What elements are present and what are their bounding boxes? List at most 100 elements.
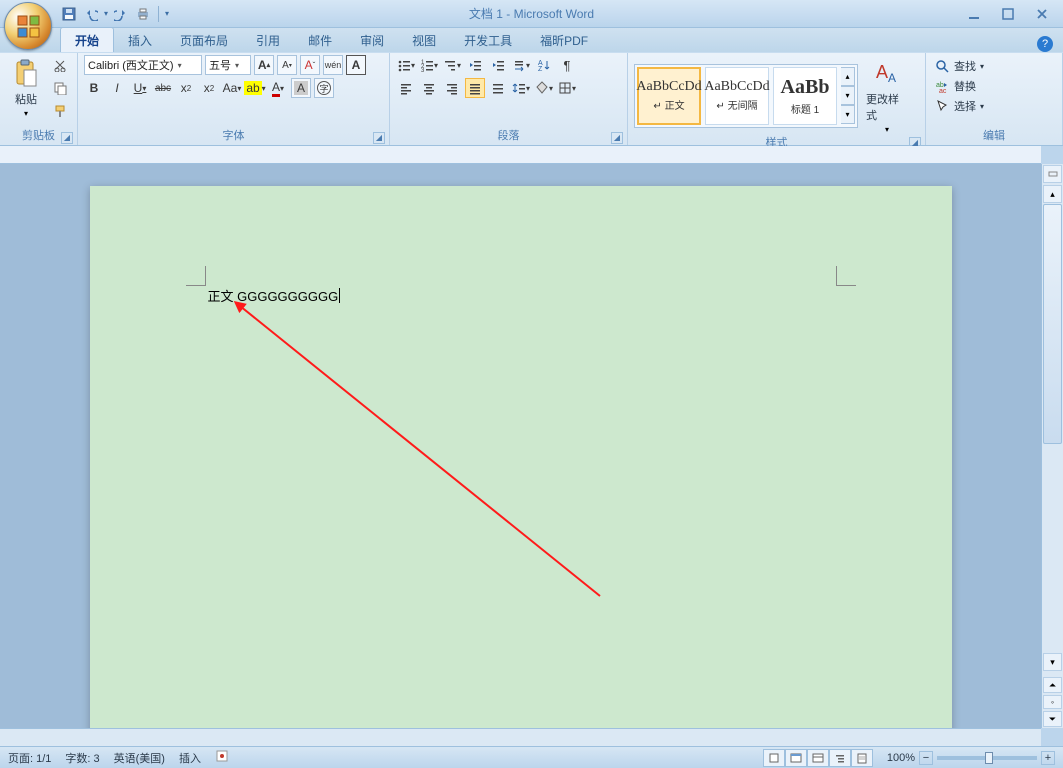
underline-icon[interactable]: U▾ — [130, 78, 150, 98]
font-name-combo[interactable]: Calibri (西文正文)▾ — [84, 55, 202, 75]
style-item-normal[interactable]: AaBbCcDd↵ 正文 — [637, 67, 701, 125]
strike-icon[interactable]: abc — [153, 78, 173, 98]
status-mode[interactable]: 插入 — [179, 750, 201, 766]
view-draft-icon[interactable] — [851, 749, 873, 767]
font-color-icon[interactable]: A▾ — [268, 78, 288, 98]
ruler-toggle-icon[interactable] — [1043, 165, 1062, 183]
zoom-out-icon[interactable]: − — [919, 751, 933, 765]
change-case-icon[interactable]: Aa▾ — [222, 78, 242, 98]
copy-icon[interactable] — [50, 78, 70, 98]
minimize-button[interactable] — [961, 5, 987, 23]
tab-developer[interactable]: 开发工具 — [450, 28, 526, 52]
qat-save-icon[interactable] — [60, 5, 78, 23]
numbering-icon[interactable]: 123▾ — [419, 55, 439, 75]
scroll-track[interactable] — [1043, 204, 1062, 652]
tab-insert[interactable]: 插入 — [114, 28, 166, 52]
view-print-icon[interactable] — [763, 749, 785, 767]
office-button[interactable] — [4, 2, 52, 50]
zoom-knob[interactable] — [985, 752, 993, 764]
align-left-icon[interactable] — [396, 78, 416, 98]
qat-customize-dropdown[interactable]: ▾ — [165, 9, 169, 18]
view-web-icon[interactable] — [807, 749, 829, 767]
cut-icon[interactable] — [50, 55, 70, 75]
status-page[interactable]: 页面: 1/1 — [8, 750, 51, 766]
styles-more-icon[interactable]: ▾ — [841, 105, 855, 124]
line-spacing-icon[interactable]: ▾ — [511, 78, 531, 98]
view-fullscreen-icon[interactable] — [785, 749, 807, 767]
borders-icon[interactable]: ▾ — [557, 78, 577, 98]
status-macro-icon[interactable] — [215, 749, 229, 766]
grow-font-icon[interactable]: A▴ — [254, 55, 274, 75]
phonetic-guide-icon[interactable]: wén — [323, 55, 343, 75]
document-text[interactable]: 正文 GGGGGGGGGG — [208, 286, 341, 305]
shrink-font-icon[interactable]: A▾ — [277, 55, 297, 75]
align-right-icon[interactable] — [442, 78, 462, 98]
horizontal-scrollbar[interactable] — [0, 728, 1041, 746]
page[interactable]: 正文 GGGGGGGGGG — [90, 186, 952, 728]
scroll-thumb[interactable] — [1043, 204, 1062, 444]
highlight-icon[interactable]: ab▾ — [245, 78, 265, 98]
paragraph-launcher[interactable]: ◢ — [611, 132, 623, 144]
ltr-icon[interactable]: ▾ — [511, 55, 531, 75]
styles-down-icon[interactable]: ▾ — [841, 86, 855, 105]
tab-home[interactable]: 开始 — [60, 27, 114, 52]
enclose-char-icon[interactable]: 字 — [314, 78, 334, 98]
browse-object-icon[interactable]: ◦ — [1043, 695, 1062, 709]
font-size-combo[interactable]: 五号▾ — [205, 55, 251, 75]
style-item-nospacing[interactable]: AaBbCcDd↵ 无间隔 — [705, 67, 769, 125]
tab-mailings[interactable]: 邮件 — [294, 28, 346, 52]
view-outline-icon[interactable] — [829, 749, 851, 767]
clipboard-launcher[interactable]: ◢ — [61, 132, 73, 144]
italic-icon[interactable]: I — [107, 78, 127, 98]
change-styles-button[interactable]: AA 更改样式 ▾ — [862, 55, 912, 136]
tab-review[interactable]: 审阅 — [346, 28, 398, 52]
tab-view[interactable]: 视图 — [398, 28, 450, 52]
align-justify-icon[interactable] — [465, 78, 485, 98]
bullets-icon[interactable]: ▾ — [396, 55, 416, 75]
qat-redo-icon[interactable] — [112, 5, 130, 23]
maximize-button[interactable] — [995, 5, 1021, 23]
style-item-heading1[interactable]: AaBb标题 1 — [773, 67, 837, 125]
close-button[interactable] — [1029, 5, 1055, 23]
sort-icon[interactable]: AZ — [534, 55, 554, 75]
status-words[interactable]: 字数: 3 — [65, 750, 99, 766]
find-button[interactable]: 查找 ▾ — [932, 57, 1056, 75]
bold-icon[interactable]: B — [84, 78, 104, 98]
status-lang[interactable]: 英语(美国) — [114, 750, 165, 766]
help-icon[interactable]: ? — [1037, 36, 1053, 52]
horizontal-ruler[interactable] — [0, 146, 1041, 164]
distribute-icon[interactable] — [488, 78, 508, 98]
char-shading-icon[interactable]: A — [291, 78, 311, 98]
indent-increase-icon[interactable] — [488, 55, 508, 75]
align-center-icon[interactable] — [419, 78, 439, 98]
shading-icon[interactable]: ▾ — [534, 78, 554, 98]
paste-button[interactable]: 粘贴 ▾ — [6, 55, 46, 120]
zoom-value[interactable]: 100% — [887, 752, 915, 764]
next-page-icon[interactable]: ⏷ — [1043, 711, 1062, 727]
scroll-down-icon[interactable]: ▾ — [1043, 653, 1062, 671]
qat-undo-icon[interactable] — [82, 5, 100, 23]
superscript-icon[interactable]: x2 — [199, 78, 219, 98]
document-viewport[interactable]: 正文 GGGGGGGGGG — [0, 164, 1041, 728]
tab-references[interactable]: 引用 — [242, 28, 294, 52]
show-marks-icon[interactable]: ¶ — [557, 55, 577, 75]
replace-button[interactable]: abac替换 — [932, 77, 1056, 95]
scroll-up-icon[interactable]: ▴ — [1043, 185, 1062, 203]
qat-undo-dropdown[interactable]: ▾ — [104, 9, 108, 18]
select-button[interactable]: 选择 ▾ — [932, 97, 1056, 115]
format-painter-icon[interactable] — [50, 101, 70, 121]
font-name-value: Calibri (西文正文) — [88, 57, 174, 73]
multilevel-icon[interactable]: ▾ — [442, 55, 462, 75]
indent-decrease-icon[interactable] — [465, 55, 485, 75]
styles-up-icon[interactable]: ▴ — [841, 67, 855, 86]
tab-pagelayout[interactable]: 页面布局 — [166, 28, 242, 52]
font-launcher[interactable]: ◢ — [373, 132, 385, 144]
subscript-icon[interactable]: x2 — [176, 78, 196, 98]
char-border-icon[interactable]: A — [346, 55, 366, 75]
zoom-in-icon[interactable]: + — [1041, 751, 1055, 765]
prev-page-icon[interactable]: ⏶ — [1043, 677, 1062, 693]
tab-foxitpdf[interactable]: 福昕PDF — [526, 28, 602, 52]
qat-quickprint-icon[interactable] — [134, 5, 152, 23]
clear-format-icon[interactable]: Aˇ — [300, 55, 320, 75]
zoom-slider[interactable] — [937, 756, 1037, 760]
